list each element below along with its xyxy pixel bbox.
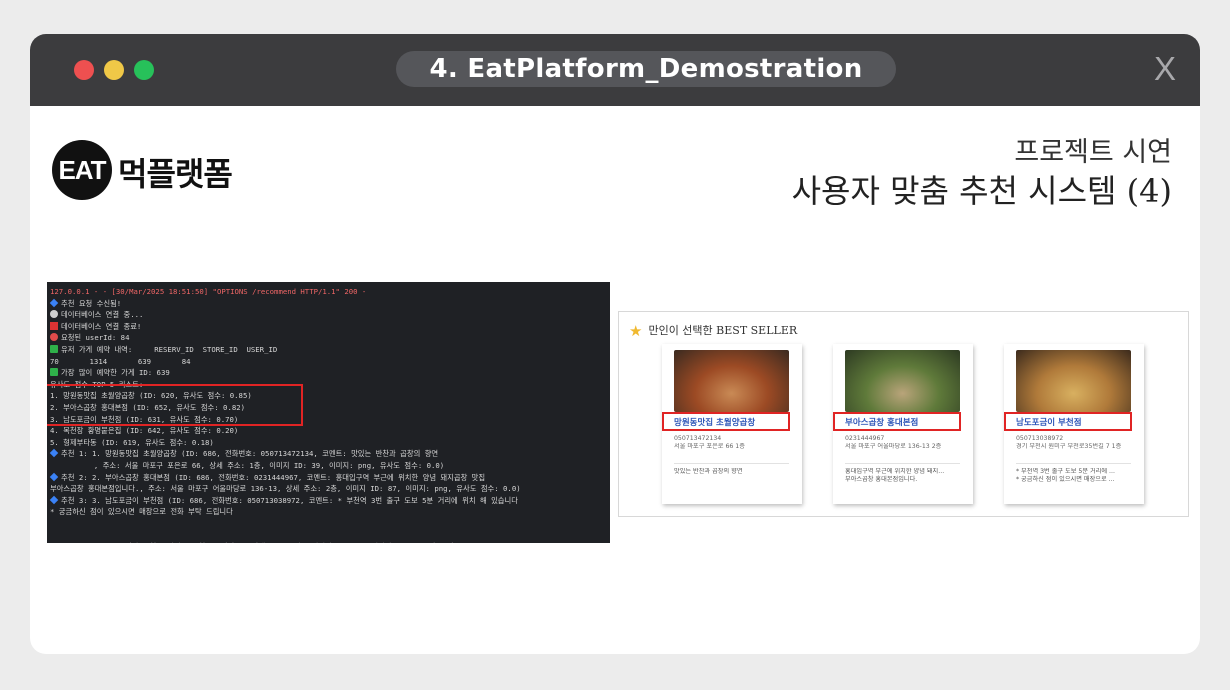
restaurant-address: 경기 부천시 원미구 부천로35번길 7 1층 xyxy=(1016,443,1122,450)
terminal-line-text: 데이터베이스 연결 중... xyxy=(61,310,144,320)
terminal-line-text: 5. 형제부타동 (ID: 619, 유사도 점수: 0.18) xyxy=(50,437,214,447)
restaurant-photo xyxy=(845,350,960,412)
terminal-line: , 주소: 서울 마포구 포은로 66, 상세 주소: 1층, 이미지 ID: … xyxy=(50,460,608,472)
bestseller-panel: ★ 만인이 선택한 BEST SELLER 망원동맛집 초월양곱창 05071347… xyxy=(618,311,1189,517)
terminal-output: 127.0.0.1 - - [30/Mar/2025 18:51:50] "OP… xyxy=(47,282,610,543)
slide-subtitle: 프로젝트 시연 xyxy=(1014,137,1172,168)
logo-circle: EAT xyxy=(52,140,112,200)
window-title: 4. EatPlatform_Demostration xyxy=(396,51,896,87)
terminal-line: 유저 가게 예약 내역: RESERV_ID STORE_ID USER_ID xyxy=(50,344,608,356)
restaurant-card[interactable]: 부아스곱창 홍대본점 0231444967 서울 마포구 어울마당로 136-13 … xyxy=(833,344,973,504)
terminal-line: 추천 요청 수신됨! xyxy=(49,298,608,310)
card-divider xyxy=(1016,463,1131,464)
terminal-line: 요청된 userId: 84 xyxy=(50,332,608,344)
restaurant-phone: 050713038972 xyxy=(1016,435,1064,442)
terminal-line: , 주소: 경기 부천시 원미구 부천로35번길 7, 상세 주소: 1층, 이… xyxy=(50,541,608,543)
terminal-line: 추천 1: 1. 망원동맛집 초월양곱창 (ID: 686, 전화번호: 050… xyxy=(49,448,608,460)
terminal-line-text: 127.0.0.1 - - [30/Mar/2025 18:51:50] "OP… xyxy=(50,287,367,296)
pin-icon xyxy=(50,333,58,342)
terminal-line-text: 추천 3: 3. 남도포금이 부천점 (ID: 686, 전화번호: 05071… xyxy=(61,495,518,505)
restaurant-photo xyxy=(674,350,789,412)
restaurant-card[interactable]: 망원동맛집 초월양곱창 050713472134 서울 마포구 포은로 66 1층맛… xyxy=(662,344,802,504)
terminal-line-text: 4. 목천장 황명붙은집 (ID: 642, 유사도 점수: 0.20) xyxy=(50,426,239,436)
terminal-line: 데이터베이스 연결 중... xyxy=(50,309,608,321)
title-bar: 4. EatPlatform_Demostration X xyxy=(30,34,1200,106)
presentation-window: 4. EatPlatform_Demostration X EAT 먹플랫폼 프… xyxy=(30,34,1200,654)
terminal-line: 데이터베이스 연결 종료! xyxy=(50,321,608,333)
restaurant-name-link[interactable]: 망원동맛집 초월양곱창 xyxy=(674,416,755,428)
magnifier-icon xyxy=(50,310,58,319)
terminal-line: 4. 목천장 황명붙은집 (ID: 642, 유사도 점수: 0.20) xyxy=(50,425,608,437)
terminal-line: 가장 많이 예약한 가게 ID: 639 xyxy=(50,367,608,379)
close-dot-button[interactable] xyxy=(74,60,94,80)
logo-text: 먹플랫폼 xyxy=(118,155,233,193)
terminal-line: * 궁금하신 점이 있으시면 매장으로 전화 부탁 드립니다 xyxy=(50,506,608,518)
terminal-line-text: 유저 가게 예약 내역: RESERV_ID STORE_ID USER_ID xyxy=(61,344,278,354)
restaurant-photo xyxy=(1016,350,1131,412)
terminal-line-text: 가장 많이 예약한 가게 ID: 639 xyxy=(61,368,170,378)
restaurant-address: 서울 마포구 포은로 66 1층 xyxy=(674,443,745,450)
restaurant-address: 서울 마포구 어울마당로 136-13 2층 xyxy=(845,443,942,450)
minimize-dot-button[interactable] xyxy=(104,60,124,80)
check-icon xyxy=(50,344,58,353)
diamond-icon xyxy=(49,495,59,504)
diamond-icon xyxy=(49,449,59,458)
restaurant-name-link[interactable]: 부아스곱창 홍대본점 xyxy=(845,416,918,428)
terminal-line-text: 데이터베이스 연결 종료! xyxy=(61,321,142,331)
diamond-icon xyxy=(49,472,59,481)
bestseller-heading-text: 만인이 선택한 BEST SELLER xyxy=(648,324,798,337)
terminal-line: 127.0.0.1 - - [30/Mar/2025 18:51:50] "OP… xyxy=(50,286,608,298)
terminal-line: 5. 형제부타동 (ID: 619, 유사도 점수: 0.18) xyxy=(50,437,608,449)
terminal-line: 70 1314 639 84 xyxy=(50,356,608,368)
card-divider xyxy=(845,463,960,464)
terminal-line-text: * 궁금하신 점이 있으시면 매장으로 전화 부탁 드립니다 xyxy=(50,507,233,517)
terminal-line-text: 요청된 userId: 84 xyxy=(61,333,130,343)
red-mark-icon xyxy=(50,321,58,330)
check-icon xyxy=(50,368,58,377)
terminal-line: 추천 3: 3. 남도포금이 부천점 (ID: 686, 전화번호: 05071… xyxy=(49,495,608,507)
terminal-line-text: 부아스곱창 홍대본점입니다., 주소: 서울 마포구 어울마당로 136-13,… xyxy=(50,484,521,494)
terminal-line-text: 70 1314 639 84 xyxy=(50,356,191,366)
terminal-line: 부아스곱창 홍대본점입니다., 주소: 서울 마포구 어울마당로 136-13,… xyxy=(50,483,608,495)
terminal-line-text: 추천 1: 1. 망원동맛집 초월양곱창 (ID: 686, 전화번호: 050… xyxy=(61,449,439,459)
restaurant-description: 홍대입구역 부근에 위치한 양념 돼지... 부아스곱창 홍대본점입니다. xyxy=(845,468,945,483)
terminal-line-text: 추천 요청 수신됨! xyxy=(61,298,122,308)
terminal-line-text: 추천 2: 2. 부아스곱창 홍대본점 (ID: 686, 전화번호: 0231… xyxy=(61,472,486,482)
restaurant-phone: 050713472134 xyxy=(674,435,722,442)
slide-title: 사용자 맞춤 추천 시스템 (4) xyxy=(791,172,1172,210)
restaurant-description: * 부천역 3번 출구 도보 5분 거리에 ... * 궁금하신 점이 있으시면… xyxy=(1016,468,1115,483)
card-divider xyxy=(674,463,789,464)
close-button[interactable]: X xyxy=(1154,50,1176,88)
restaurant-description: 맛있는 반찬과 곱창의 향연 xyxy=(674,468,743,475)
restaurant-name-link[interactable]: 남도포금이 부천점 xyxy=(1016,416,1082,428)
terminal-line-text: , 주소: 경기 부천시 원미구 부천로35번길 7, 상세 주소: 1층, 이… xyxy=(50,542,487,543)
terminal-line-text: , 주소: 서울 마포구 포은로 66, 상세 주소: 1층, 이미지 ID: … xyxy=(50,460,445,470)
restaurant-card[interactable]: 남도포금이 부천점 050713038972 경기 부천시 원미구 부천로35번길 … xyxy=(1004,344,1144,504)
star-icon: ★ xyxy=(629,322,643,340)
maximize-dot-button[interactable] xyxy=(134,60,154,80)
bestseller-heading: ★ 만인이 선택한 BEST SELLER xyxy=(629,322,797,340)
diamond-icon xyxy=(49,298,59,307)
terminal-line: 추천 2: 2. 부아스곱창 홍대본점 (ID: 686, 전화번호: 0231… xyxy=(49,472,608,484)
restaurant-phone: 0231444967 xyxy=(845,435,885,442)
top3-highlight-box xyxy=(47,384,303,426)
